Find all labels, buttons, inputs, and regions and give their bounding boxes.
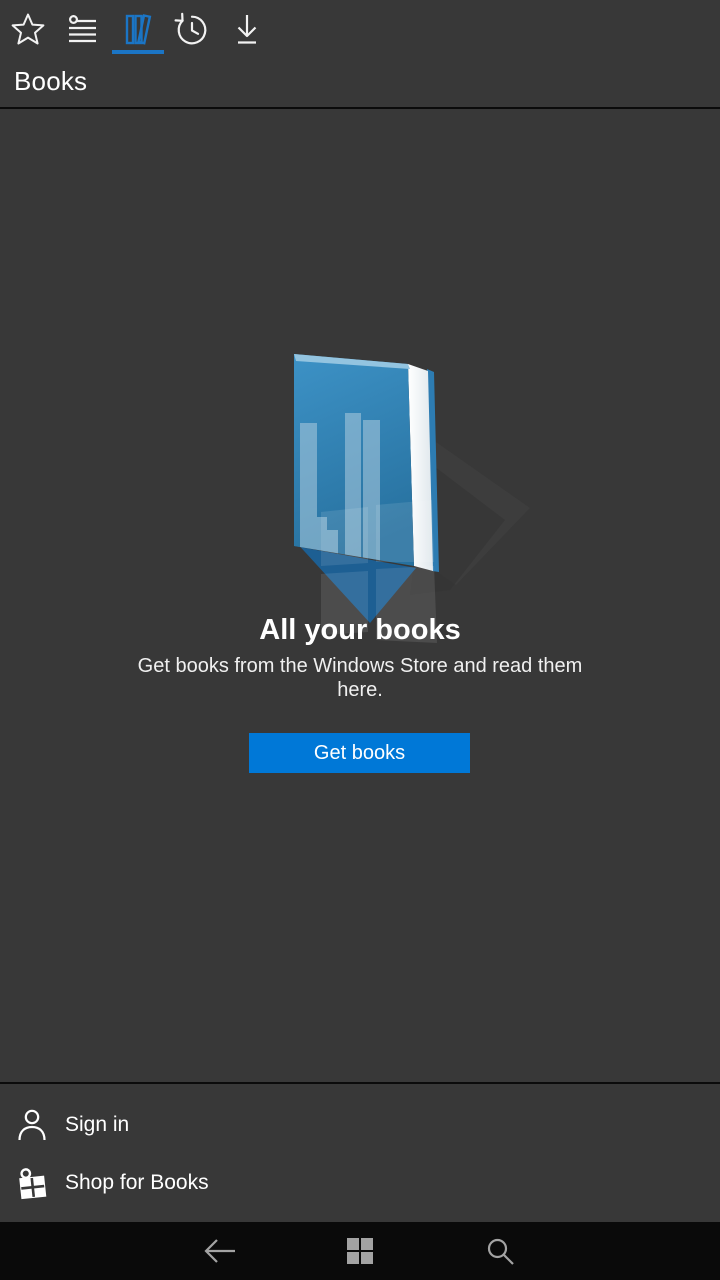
tab-reading-list[interactable]	[62, 8, 102, 52]
star-icon	[10, 11, 46, 49]
reading-list-icon	[63, 11, 101, 49]
sign-in-item[interactable]: Sign in	[0, 1096, 720, 1154]
blue-book-graphic	[294, 354, 530, 643]
shop-for-books-label: Shop for Books	[65, 1171, 209, 1194]
tab-history[interactable]	[172, 8, 212, 52]
search-icon	[485, 1236, 515, 1266]
books-icon	[117, 10, 157, 50]
hub-header: Books	[0, 0, 720, 109]
account-menu: Sign in Shop for Books	[0, 1082, 720, 1222]
books-empty-state: All your books Get books from the Window…	[0, 111, 720, 1082]
back-arrow-icon	[200, 1235, 240, 1267]
shop-for-books-item[interactable]: Shop for Books	[0, 1154, 720, 1212]
tab-favorites[interactable]	[8, 8, 48, 52]
sign-in-label: Sign in	[65, 1113, 130, 1136]
selected-tab-indicator	[112, 50, 164, 54]
empty-state-title: All your books	[259, 614, 461, 646]
download-icon	[229, 10, 265, 50]
search-button[interactable]	[460, 1222, 540, 1280]
store-icon	[16, 1165, 48, 1201]
book-illustration	[250, 340, 550, 650]
person-icon	[16, 1107, 48, 1143]
books-app-screen: Books All your books Get books from the …	[0, 0, 720, 1280]
history-icon	[172, 10, 212, 50]
page-title: Books	[14, 66, 88, 96]
tab-books[interactable]	[117, 8, 157, 52]
windows-logo-icon	[346, 1237, 374, 1265]
start-button[interactable]	[320, 1222, 400, 1280]
back-button[interactable]	[180, 1222, 260, 1280]
tab-downloads[interactable]	[227, 8, 267, 52]
empty-state-description: Get books from the Windows Store and rea…	[137, 655, 583, 701]
system-navigation-bar	[0, 1222, 720, 1280]
get-books-button[interactable]: Get books	[249, 733, 470, 773]
